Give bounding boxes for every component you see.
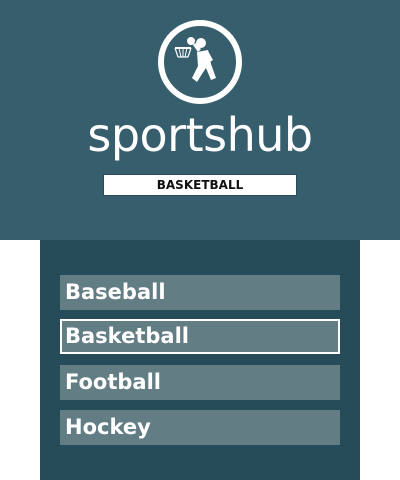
basketball-player-icon (158, 20, 242, 104)
header: sportshub BASKETBALL (0, 0, 400, 240)
brand-title: sportshub (87, 108, 313, 162)
menu-item-baseball[interactable]: Baseball (60, 275, 340, 310)
sport-menu-panel: Baseball Basketball Football Hockey (40, 240, 360, 480)
menu-item-basketball[interactable]: Basketball (60, 319, 340, 354)
menu-item-hockey[interactable]: Hockey (60, 410, 340, 445)
menu-item-football[interactable]: Football (60, 365, 340, 400)
selected-sport-badge: BASKETBALL (103, 174, 297, 196)
basketball-player-icon-svg (174, 37, 216, 82)
